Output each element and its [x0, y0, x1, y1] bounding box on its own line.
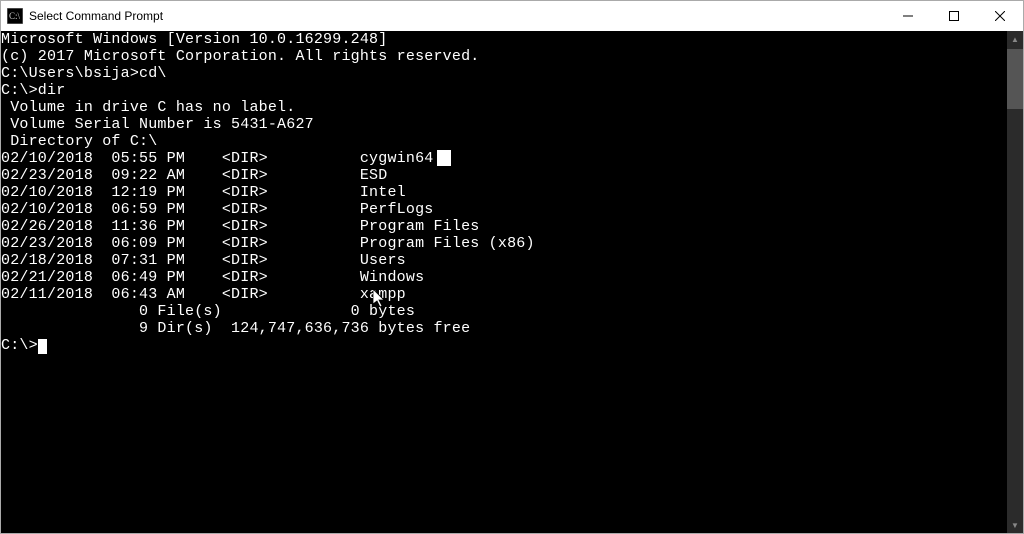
dir-entry: 02/21/2018 06:49 PM <DIR> Windows: [1, 269, 1007, 286]
window-controls: [885, 1, 1023, 31]
terminal-area: Microsoft Windows [Version 10.0.16299.24…: [1, 31, 1023, 533]
maximize-button[interactable]: [931, 1, 977, 31]
svg-text:C:\: C:\: [9, 11, 21, 21]
terminal-output[interactable]: Microsoft Windows [Version 10.0.16299.24…: [1, 31, 1007, 533]
scrollbar-down-icon[interactable]: ▼: [1007, 517, 1023, 533]
close-button[interactable]: [977, 1, 1023, 31]
summary-dirs-line: 9 Dir(s) 124,747,636,736 bytes free: [1, 320, 1007, 337]
dir-entry: 02/11/2018 06:43 AM <DIR> xampp: [1, 286, 1007, 303]
dir-entry: 02/10/2018 12:19 PM <DIR> Intel: [1, 184, 1007, 201]
dir-entry: 02/10/2018 05:55 PM <DIR> cygwin64: [1, 150, 1007, 167]
prompt-line: C:\Users\bsija>cd\: [1, 65, 1007, 82]
dir-entry: 02/26/2018 11:36 PM <DIR> Program Files: [1, 218, 1007, 235]
cmd-icon: C:\: [7, 8, 23, 24]
volume-label-line: Volume in drive C has no label.: [1, 99, 1007, 116]
minimize-button[interactable]: [885, 1, 931, 31]
window-title: Select Command Prompt: [29, 9, 885, 23]
dir-entry: 02/23/2018 06:09 PM <DIR> Program Files …: [1, 235, 1007, 252]
volume-serial-line: Volume Serial Number is 5431-A627: [1, 116, 1007, 133]
prompt-line[interactable]: C:\>: [1, 337, 1007, 354]
prompt-line: C:\>dir: [1, 82, 1007, 99]
dir-entry: 02/23/2018 09:22 AM <DIR> ESD: [1, 167, 1007, 184]
vertical-scrollbar[interactable]: ▲ ▼: [1007, 31, 1023, 533]
dir-entry: 02/18/2018 07:31 PM <DIR> Users: [1, 252, 1007, 269]
banner-line: Microsoft Windows [Version 10.0.16299.24…: [1, 31, 1007, 48]
summary-files-line: 0 File(s) 0 bytes: [1, 303, 1007, 320]
copyright-line: (c) 2017 Microsoft Corporation. All righ…: [1, 48, 1007, 65]
text-selection: [437, 150, 451, 166]
text-cursor: [38, 339, 47, 354]
scrollbar-thumb[interactable]: [1007, 49, 1023, 109]
scrollbar-up-icon[interactable]: ▲: [1007, 31, 1023, 47]
directory-of-line: Directory of C:\: [1, 133, 1007, 150]
titlebar[interactable]: C:\ Select Command Prompt: [1, 1, 1023, 31]
dir-entry: 02/10/2018 06:59 PM <DIR> PerfLogs: [1, 201, 1007, 218]
command-prompt-window: C:\ Select Command Prompt Microsoft Wind…: [0, 0, 1024, 534]
